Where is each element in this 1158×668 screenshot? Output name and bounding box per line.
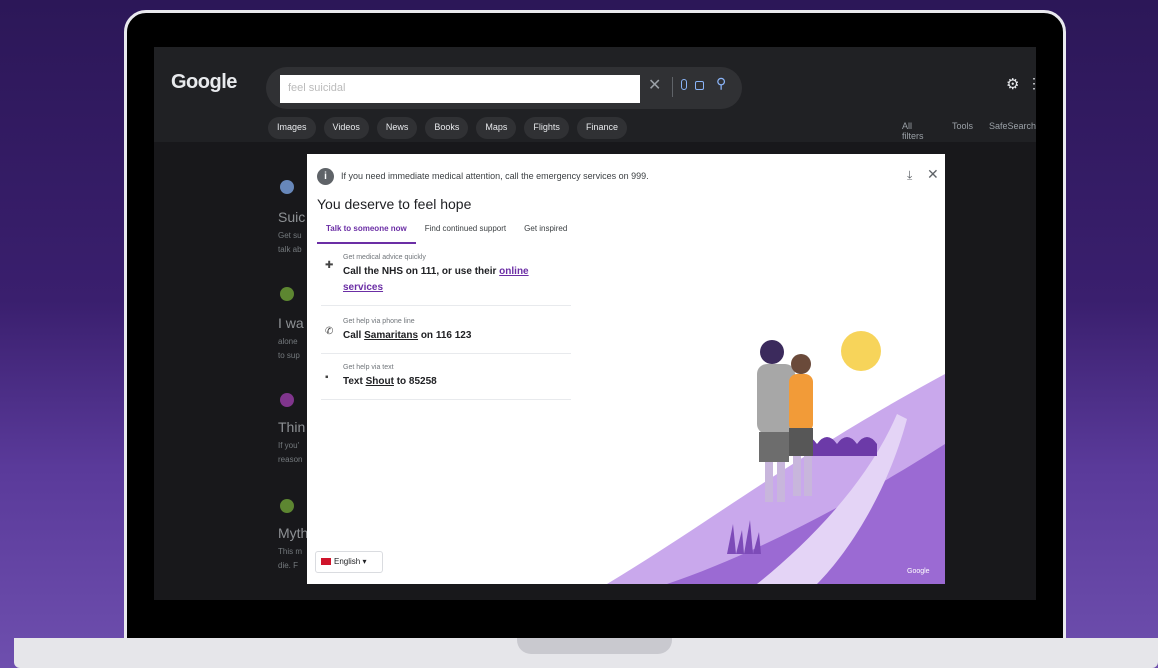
hope-illustration [607, 331, 945, 584]
download-icon[interactable]: ⤓ [907, 168, 912, 183]
search-tabs: Images Videos News Books Maps Flights Fi… [268, 117, 627, 139]
tab-get-inspired[interactable]: Get inspired [515, 224, 576, 244]
tab-talk-to-someone-now[interactable]: Talk to someone now [317, 224, 416, 244]
search-tools: All filters Tools SafeSearch [902, 121, 1036, 141]
safesearch-button[interactable]: SafeSearch [989, 121, 1036, 141]
shout-link[interactable]: Shout [366, 376, 394, 387]
tab-find-continued-support[interactable]: Find continued support [416, 224, 515, 244]
google-logo[interactable]: Google [171, 71, 237, 94]
dialog-tabs: Talk to someone now Find continued suppo… [317, 224, 576, 244]
tab-flights[interactable]: Flights [524, 117, 569, 139]
tab-books[interactable]: Books [425, 117, 469, 139]
google-credit: Google [907, 568, 930, 575]
medical-icon: ✚ [325, 260, 334, 271]
option-shout[interactable]: ▪ Get help via text Text Shout to 85258 [321, 360, 571, 400]
clear-icon[interactable]: ✕ [648, 75, 661, 95]
samaritans-link[interactable]: Samaritans [364, 330, 418, 341]
sun-illustration [841, 331, 881, 371]
tab-images[interactable]: Images [268, 117, 316, 139]
search-input[interactable]: feel suicidal [280, 75, 640, 103]
option-text: Call Samaritans on 116 123 [343, 330, 472, 341]
info-icon: i [317, 168, 334, 185]
option-text: Call the NHS on 111, or use their online… [343, 266, 529, 293]
microphone-icon[interactable] [681, 79, 687, 90]
search-divider [672, 77, 673, 97]
tab-maps[interactable]: Maps [476, 117, 517, 139]
tab-videos[interactable]: Videos [323, 117, 369, 139]
phone-icon: ✆ [325, 326, 334, 337]
tab-finance[interactable]: Finance [576, 117, 627, 139]
laptop-notch [517, 638, 672, 654]
apps-grid-icon[interactable]: ⋮ [1027, 75, 1036, 92]
tools-button[interactable]: Tools [952, 121, 973, 141]
search-icon[interactable]: ⚲ [716, 75, 726, 92]
option-caption: Get help via phone line [343, 318, 415, 325]
gear-icon[interactable]: ⚙ [1006, 75, 1019, 93]
option-text: Text Shout to 85258 [343, 376, 437, 387]
hugging-people-illustration [757, 340, 813, 502]
option-samaritans[interactable]: ✆ Get help via phone line Call Samaritan… [321, 314, 571, 354]
language-select[interactable]: English ▾ [315, 551, 383, 573]
option-nhs[interactable]: ✚ Get medical advice quickly Call the NH… [321, 250, 571, 306]
crisis-support-dialog: i If you need immediate medical attentio… [307, 154, 945, 584]
tab-news[interactable]: News [376, 117, 418, 139]
google-results-screen: Google feel suicidal ✕ ⚲ ⚙ ⋮ Images Vide… [154, 47, 1036, 600]
message-icon: ▪ [325, 372, 329, 383]
uk-flag-icon [321, 558, 331, 566]
dialog-title: You deserve to feel hope [317, 196, 472, 212]
close-icon[interactable]: ✕ [927, 166, 939, 183]
option-caption: Get medical advice quickly [343, 254, 426, 261]
option-caption: Get help via text [343, 364, 394, 371]
all-filters-button[interactable]: All filters [902, 121, 936, 141]
lens-icon[interactable] [695, 81, 704, 90]
emergency-alert: If you need immediate medical attention,… [341, 171, 649, 181]
